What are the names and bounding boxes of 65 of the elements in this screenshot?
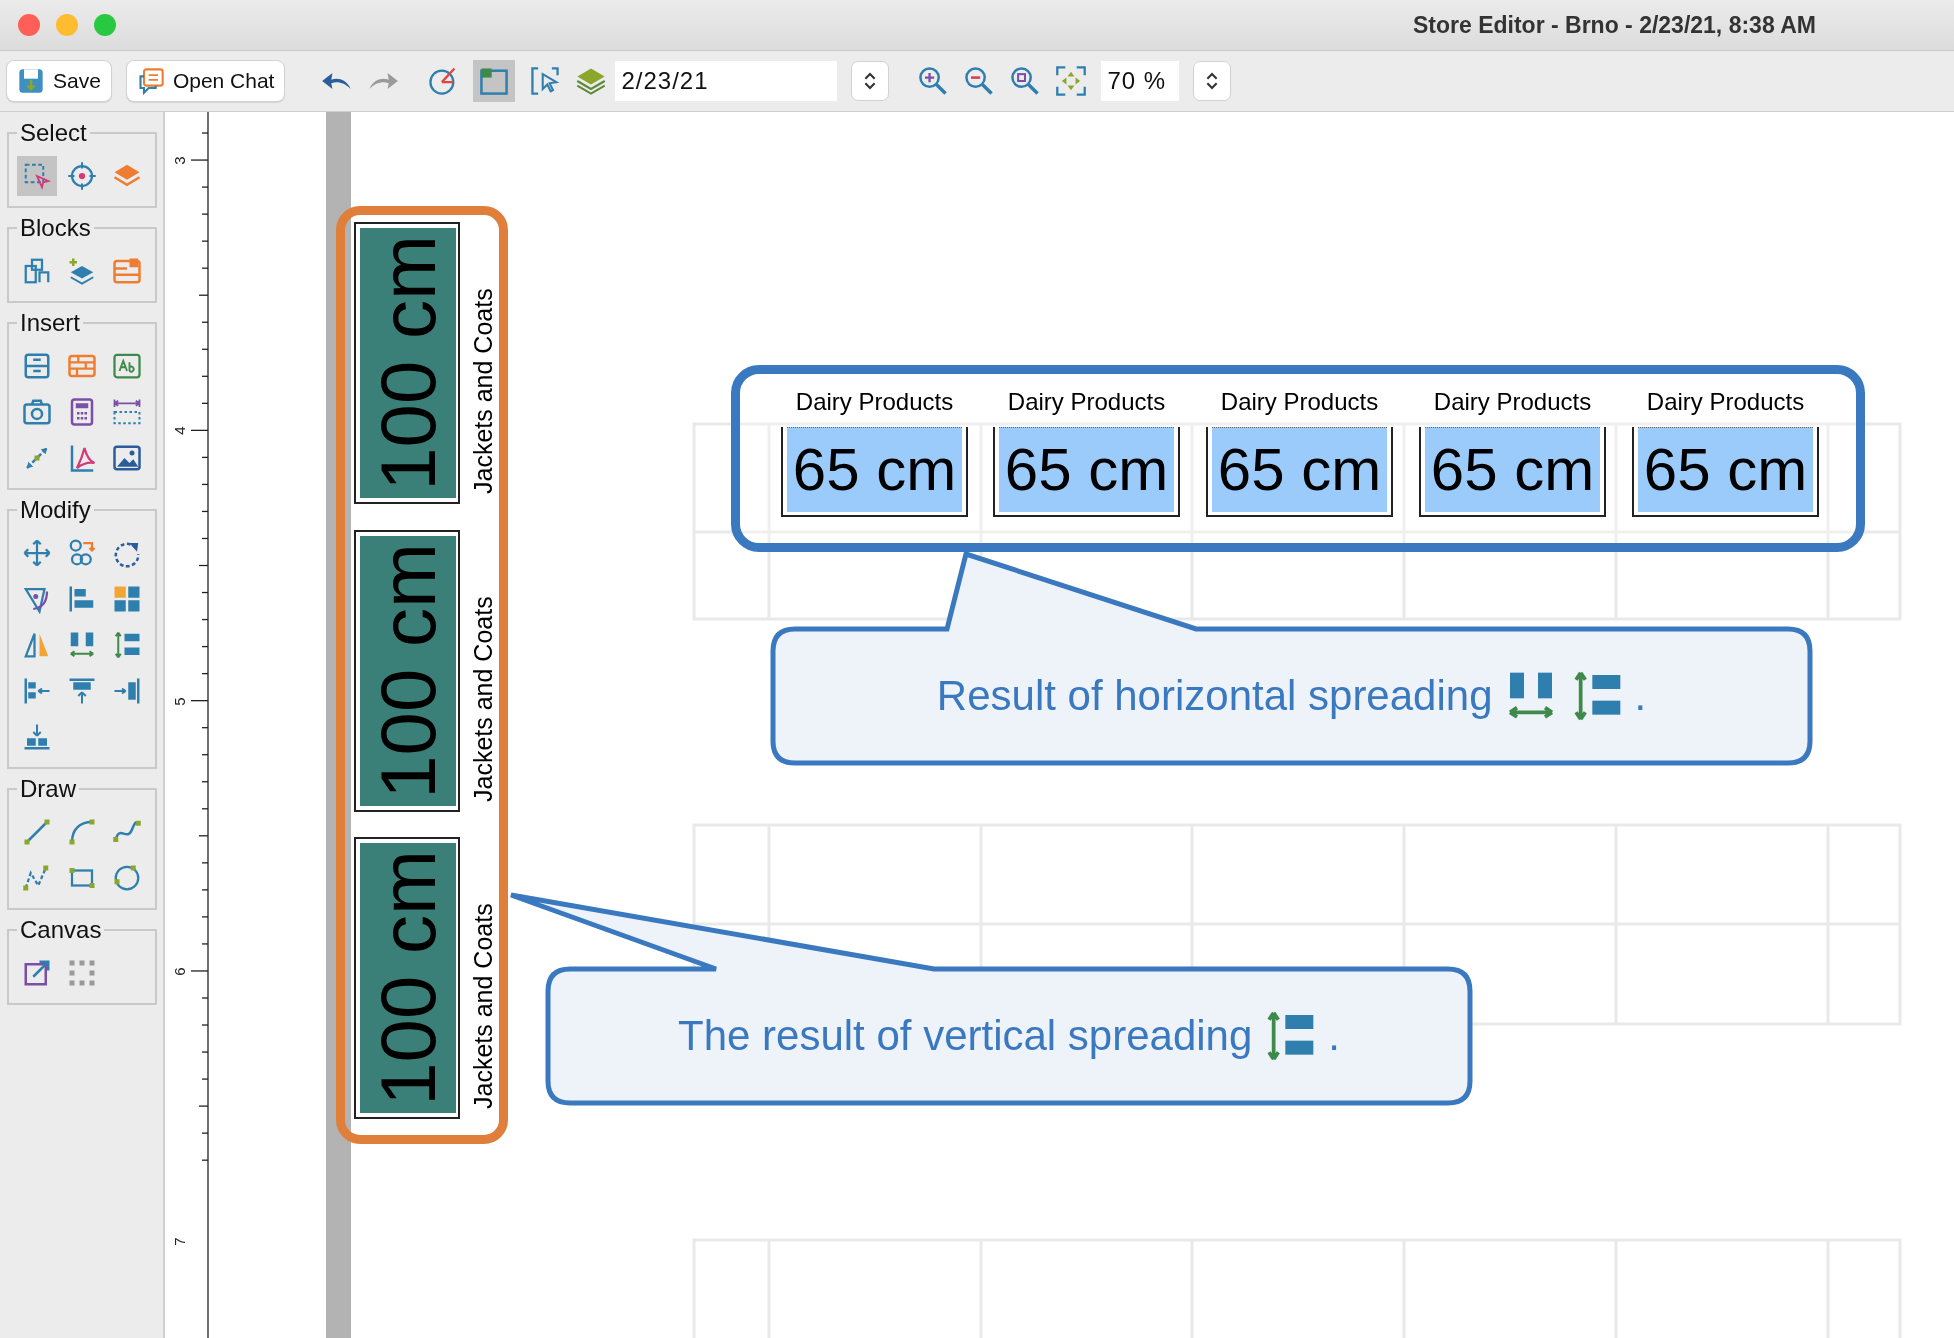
shelf-label: Dairy Products xyxy=(1219,388,1380,416)
spread-vertical-icon xyxy=(112,630,142,660)
blocks-icon xyxy=(22,256,52,286)
circles-icon xyxy=(67,538,97,568)
text-box-icon xyxy=(112,351,142,381)
fit-screen-icon[interactable] xyxy=(1055,65,1088,97)
save-button[interactable]: Save xyxy=(6,60,112,102)
callout-text: Result of horizontal spreading xyxy=(936,672,1493,720)
zoom-fit-icon[interactable] xyxy=(1009,65,1042,97)
image-icon xyxy=(112,443,142,473)
shelf-label: Dairy Products xyxy=(1432,388,1593,416)
spread-horizontal-icon xyxy=(67,630,97,660)
window-title: Store Editor - Brno - 2/23/21, 8:38 AM xyxy=(1412,11,1816,39)
shelf-label: Dairy Products xyxy=(1006,388,1167,416)
shelf-size-label: 100 cm xyxy=(369,850,447,1106)
shelf-size-label: 65 cm xyxy=(1217,440,1382,500)
open-chat-button[interactable]: Open Chat xyxy=(125,60,286,102)
shelf-label: Dairy Products xyxy=(1645,388,1806,416)
cabinet-icon xyxy=(22,351,52,381)
shelf-size-label: 65 cm xyxy=(1004,440,1169,500)
line-icon xyxy=(22,817,52,847)
align-right-arrow-icon xyxy=(112,676,142,706)
ruler-label: 3 xyxy=(170,156,188,165)
grid-icon xyxy=(112,584,142,614)
save-icon xyxy=(17,67,45,95)
callout-period: . xyxy=(1328,1012,1340,1060)
target-icon xyxy=(67,161,97,191)
dots-grid-icon xyxy=(67,958,97,988)
date-stepper[interactable] xyxy=(851,61,890,101)
tool-button[interactable] xyxy=(17,156,57,196)
shelf-label: Dairy Products xyxy=(794,388,955,416)
align-bottom-icon xyxy=(22,722,52,752)
callout-text: The result of vertical spreading xyxy=(678,1012,1253,1060)
camera-icon xyxy=(22,397,52,427)
shelf-label: Jackets and Coats xyxy=(468,595,498,802)
zoom-in-icon[interactable] xyxy=(917,65,950,97)
shelf-size-label: 100 cm xyxy=(369,235,447,491)
shelf-size-label: 65 cm xyxy=(1430,440,1595,500)
frame-toggle-button[interactable] xyxy=(473,60,516,102)
shelf-size-label: 65 cm xyxy=(1643,440,1808,500)
ruler-label: 4 xyxy=(170,426,188,435)
move-icon xyxy=(22,538,52,568)
shelf-size-label: 65 cm xyxy=(792,440,957,500)
align-left-arrow-icon xyxy=(22,676,52,706)
shelf-label: Jackets and Coats xyxy=(468,902,498,1109)
shelf-label: Jackets and Coats xyxy=(468,287,498,494)
resize-icon xyxy=(22,958,52,988)
select-icon xyxy=(22,161,52,191)
shelf-size-label: 100 cm xyxy=(369,543,447,799)
arc-icon xyxy=(67,817,97,847)
zoom-field[interactable]: 70 % xyxy=(1101,61,1180,101)
close-window-button[interactable] xyxy=(18,14,40,36)
select-cursor-icon[interactable] xyxy=(529,65,562,97)
ruler-label: 5 xyxy=(170,696,188,706)
zoom-out-icon[interactable] xyxy=(963,65,996,97)
align-top-icon xyxy=(67,676,97,706)
ruler-label: 7 xyxy=(170,1237,188,1246)
panel-icon xyxy=(112,256,142,286)
dimension-icon xyxy=(112,397,142,427)
date-field[interactable]: 2/23/21 xyxy=(615,61,838,101)
circle-icon xyxy=(112,863,142,893)
zoom-stepper[interactable] xyxy=(1193,61,1232,101)
ruler-label: 6 xyxy=(170,967,188,976)
chat-icon xyxy=(136,67,165,95)
callout-period: . xyxy=(1634,672,1647,720)
